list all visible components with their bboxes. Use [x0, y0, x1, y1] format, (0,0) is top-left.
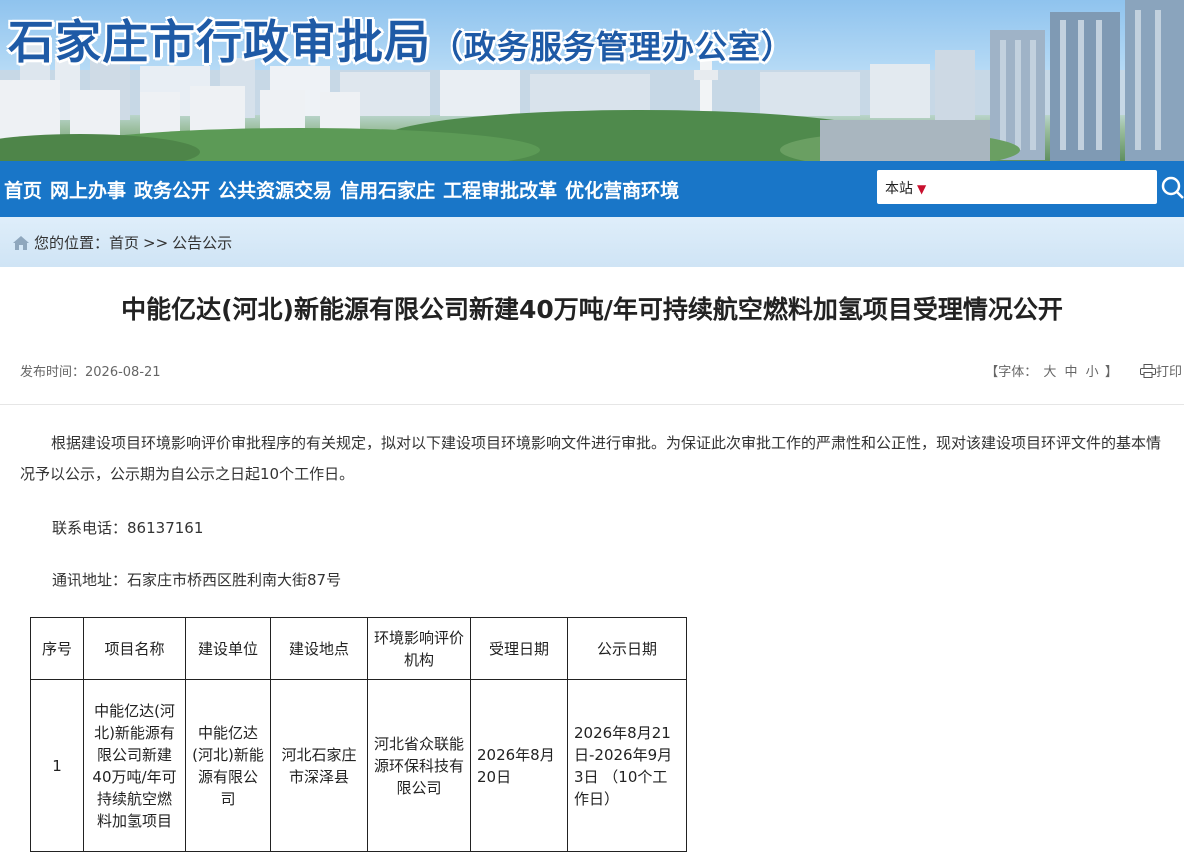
nav-item-public-resource-trading[interactable]: 公共资源交易: [218, 176, 332, 203]
col-header-accept-date: 受理日期: [470, 617, 568, 680]
col-header-project-name: 项目名称: [83, 617, 186, 680]
col-header-builder: 建设单位: [185, 617, 271, 680]
cell-accept-date: 2026年8月20日: [470, 679, 568, 852]
cell-publicity-date: 2026年8月21日-2026年9月3日 （10个工作日）: [567, 679, 687, 852]
nav-item-government-affairs[interactable]: 政务公开: [134, 176, 210, 203]
col-header-eia-agency: 环境影响评价机构: [367, 617, 471, 680]
site-title-main: 石家庄市行政审批局: [8, 15, 431, 69]
col-header-location: 建设地点: [270, 617, 368, 680]
search-icon[interactable]: [1159, 173, 1184, 205]
chevron-down-icon: ▼: [917, 182, 927, 196]
publish-label: 发布时间：: [20, 365, 86, 380]
publish-date: 2026-08-21: [85, 365, 161, 380]
publish-info: 发布时间：2026-08-21: [20, 361, 161, 380]
printer-icon: [1139, 364, 1156, 378]
article-title: 中能亿达(河北)新能源有限公司新建40万吨/年可持续航空燃料加氢项目受理情况公开: [121, 295, 1063, 324]
nav-menu: 首页 网上办事 政务公开 公共资源交易 信用石家庄 工程审批改革 优化营商环境: [4, 176, 687, 203]
search-box: 本站 ▼: [877, 170, 1157, 204]
nav-item-business-environment[interactable]: 优化营商环境: [565, 176, 679, 203]
search-scope-dropdown[interactable]: 本站 ▼: [885, 178, 926, 198]
breadcrumb-prefix: 您的位置：: [34, 234, 110, 252]
print-button[interactable]: 打印: [1139, 364, 1182, 380]
address-value: 石家庄市桥西区胜利南大街87号: [127, 571, 342, 589]
nav-item-online-services[interactable]: 网上办事: [50, 176, 126, 203]
table-header-row: 序号 项目名称 建设单位 建设地点 环境影响评价机构 受理日期 公示日期: [30, 617, 687, 680]
print-label: 打印: [1155, 365, 1182, 380]
font-size-medium-button[interactable]: 中: [1065, 365, 1078, 380]
site-subtitle: （政务服务管理办公室）: [431, 28, 795, 66]
cell-location: 河北石家庄市深泽县: [270, 679, 368, 852]
site-title: 石家庄市行政审批局（政务服务管理办公室）: [8, 6, 794, 72]
font-size-small-button[interactable]: 小: [1086, 365, 1099, 380]
cell-builder: 中能亿达(河北)新能源有限公司: [185, 679, 271, 852]
font-size-close: 】: [1104, 365, 1118, 380]
font-size-large-button[interactable]: 大: [1043, 365, 1056, 380]
header-banner: 石家庄市行政审批局（政务服务管理办公室）: [0, 0, 1184, 161]
cell-eia-agency: 河北省众联能源环保科技有限公司: [367, 679, 471, 852]
table-row: 1 中能亿达(河北)新能源有限公司新建40万吨/年可持续航空燃料加氢项目 中能亿…: [30, 679, 687, 852]
divider: [0, 404, 1184, 405]
breadcrumb-home-link[interactable]: 首页: [109, 232, 139, 253]
address-label: 通讯地址：: [52, 571, 128, 589]
breadcrumb-bar: 您的位置： 首页 >> 公告公示: [0, 217, 1184, 267]
intro-paragraph: 根据建设项目环境影响评价审批程序的有关规定，拟对以下建设项目环境影响文件进行审批…: [20, 434, 1162, 483]
font-size-label: 【字体：: [985, 365, 1038, 380]
main-nav: 首页 网上办事 政务公开 公共资源交易 信用石家庄 工程审批改革 优化营商环境 …: [0, 161, 1184, 217]
phone-label: 联系电话：: [52, 519, 128, 537]
project-info-table: 序号 项目名称 建设单位 建设地点 环境影响评价机构 受理日期 公示日期 1 中…: [30, 617, 687, 852]
nav-item-credit[interactable]: 信用石家庄: [340, 176, 435, 203]
breadcrumb-current-link[interactable]: 公告公示: [172, 232, 232, 253]
col-header-no: 序号: [30, 617, 84, 680]
search-input[interactable]: [957, 174, 1151, 200]
phone-line: 联系电话：86137161: [52, 513, 1184, 544]
col-header-publicity-date: 公示日期: [567, 617, 687, 680]
nav-item-project-approval-reform[interactable]: 工程审批改革: [443, 176, 557, 203]
article-tools: 【字体： 大 中 小 】 打印: [985, 361, 1182, 380]
nav-item-home[interactable]: 首页: [4, 176, 42, 203]
search-scope-label: 本站: [885, 181, 913, 197]
address-line: 通讯地址：石家庄市桥西区胜利南大街87号: [52, 565, 1184, 596]
home-icon: [13, 235, 29, 250]
cell-project-name: 中能亿达(河北)新能源有限公司新建40万吨/年可持续航空燃料加氢项目: [83, 679, 186, 852]
phone-number: 86137161: [127, 519, 204, 537]
breadcrumb-separator: >>: [143, 233, 169, 252]
breadcrumb: 您的位置： 首页 >> 公告公示: [12, 232, 232, 253]
cell-no: 1: [30, 679, 84, 852]
